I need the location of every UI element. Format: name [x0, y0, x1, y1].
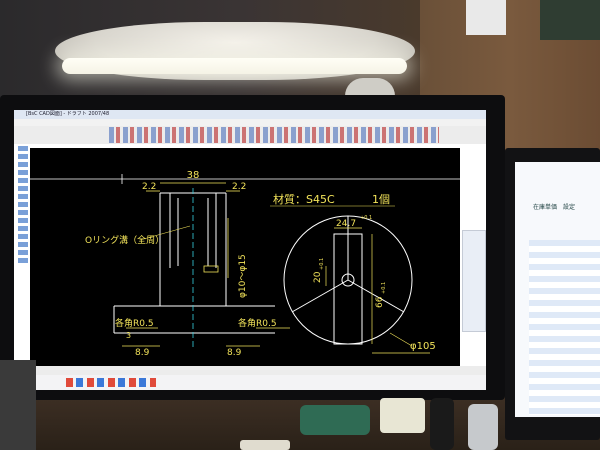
dim-small-3: 3: [126, 331, 131, 340]
secondary-screen: 在庫単価 設定: [515, 162, 600, 417]
flange-spokes: [291, 216, 405, 345]
menu-bar[interactable]: [14, 119, 486, 126]
dim-circle-small-tol: +0.1: [319, 258, 325, 270]
dia-circle-leader: [389, 332, 413, 347]
chamfer-left: 各角R0.5: [115, 317, 154, 329]
o-ring-label: Oリング溝（全周）: [85, 234, 164, 246]
o-ring-leader: [139, 225, 191, 241]
status-bar: [14, 366, 486, 375]
desk-item-green: [300, 405, 370, 435]
dia-circle: φ105: [410, 341, 436, 352]
dim-circle-height: 66: [375, 296, 385, 308]
dim-left-step: 2.2: [142, 182, 156, 192]
left-tool-palette[interactable]: [18, 146, 28, 266]
shaft-part: [113, 192, 275, 334]
circle-dims: [325, 227, 430, 354]
dim-circle-height-tol: +0.1: [381, 282, 387, 294]
wall-shelf-box: [540, 0, 600, 40]
desk-item-silver-can: [468, 404, 498, 450]
desk-tool-holder: [0, 360, 36, 450]
lamp-light-tube: [62, 58, 407, 74]
toolbar-icons[interactable]: [109, 127, 439, 143]
dim-bottom-right: 8.9: [227, 348, 242, 358]
secondary-screen-table: [529, 240, 600, 415]
material-label: 材質：S45C: [273, 192, 335, 206]
layer-panel[interactable]: [462, 230, 486, 332]
desk-item-black-can: [430, 398, 454, 450]
wall-device: [466, 0, 506, 35]
quantity-label: 1個: [372, 193, 390, 206]
secondary-screen-header: 在庫単価 設定: [533, 204, 576, 211]
cad-drawing-canvas[interactable]: 38 2.2 2.2 Oリング溝（全周） φ10〜φ15 各角R0.5 各角R0…: [30, 148, 460, 366]
main-screen: [BsC CAD図面] - ドラフト 2007/48 38 2.2 2.2 Oリ…: [14, 110, 486, 390]
dim-circle-small: 20: [313, 271, 323, 283]
drawing-svg: 38 2.2 2.2 Oリング溝（全周） φ10〜φ15 各角R0.5 各角R0…: [30, 170, 460, 358]
dim-circle-width: 24.7: [336, 219, 356, 229]
desk-item-tape: [380, 398, 425, 433]
dim-bottom-left: 8.9: [135, 348, 150, 358]
desk-item-connector: [240, 440, 290, 450]
dim-right-step: 2.2: [232, 182, 246, 192]
dia-range: φ10〜φ15: [238, 254, 248, 298]
dim-top-width: 38: [187, 170, 200, 181]
window-title: [BsC CAD図面] - ドラフト 2007/48: [14, 110, 486, 119]
chamfer-right: 各角R0.5: [238, 317, 277, 329]
dim-circle-width-tol: +0.1: [360, 215, 372, 221]
taskbar-icons[interactable]: [66, 378, 156, 387]
